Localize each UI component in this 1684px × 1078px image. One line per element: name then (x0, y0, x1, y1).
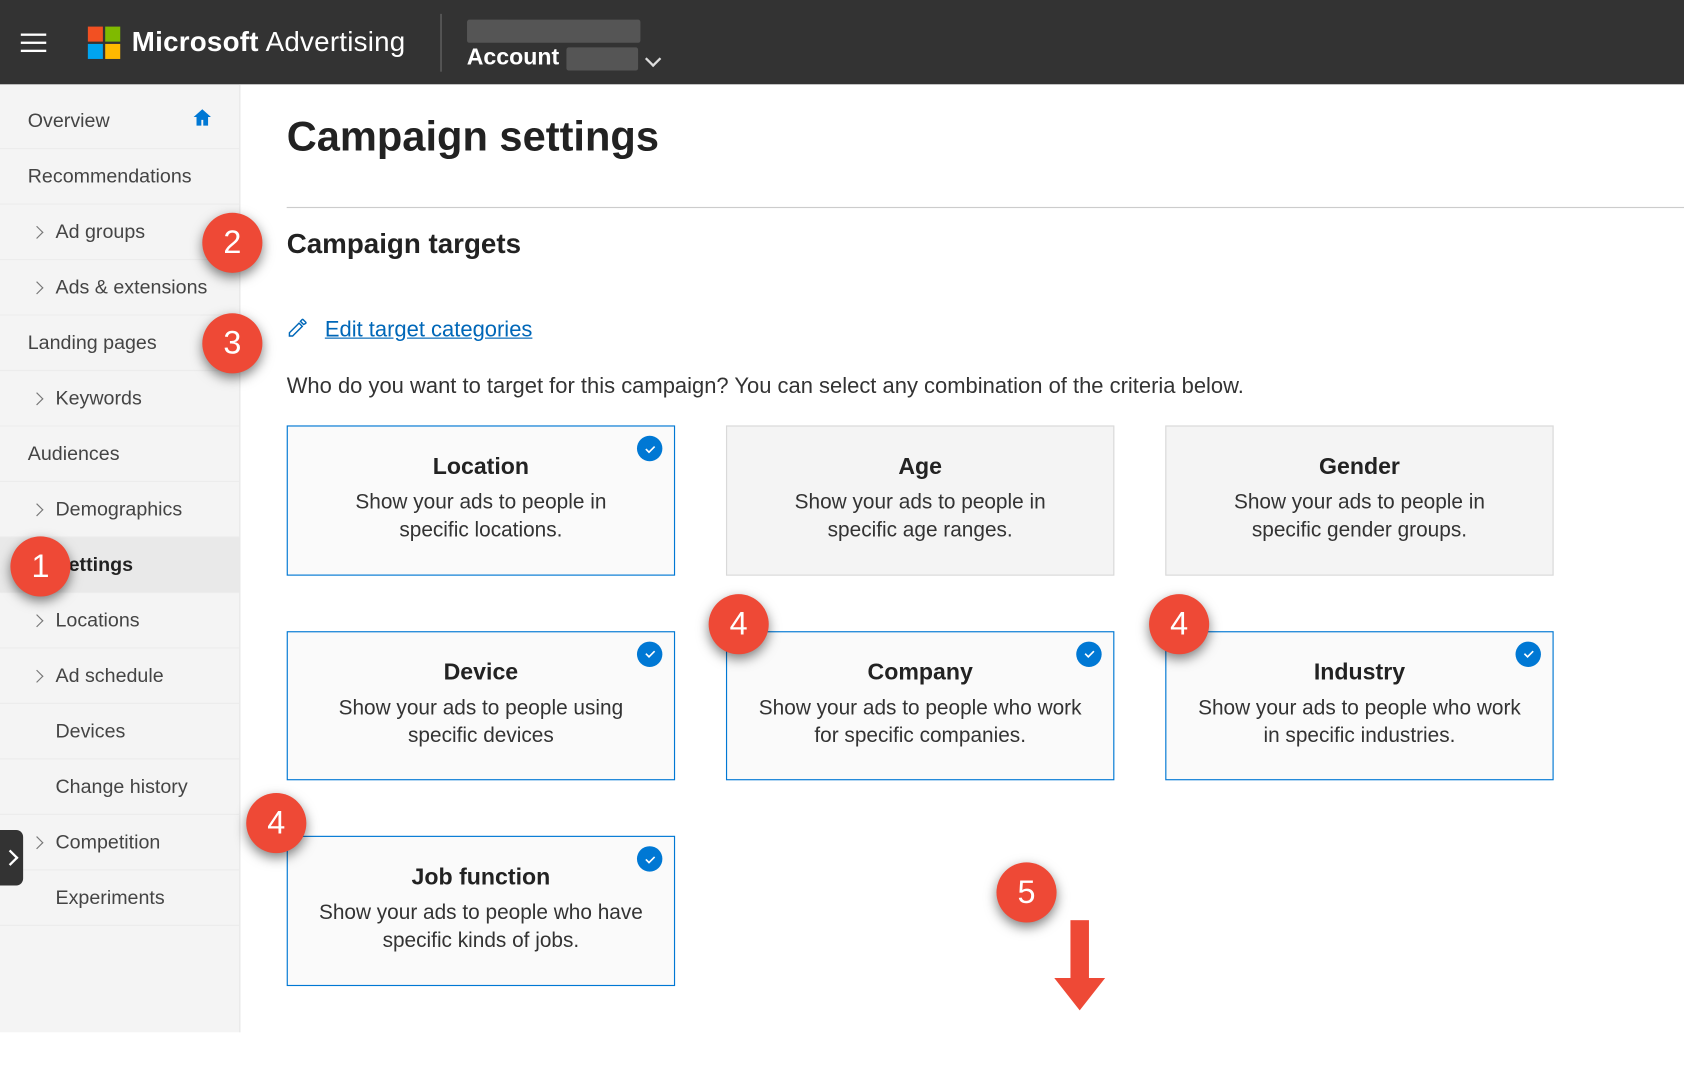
check-icon (637, 846, 662, 871)
sidebar-item-audiences[interactable]: Audiences (0, 427, 239, 482)
callout-4-industry: 4 (1149, 594, 1209, 654)
sidebar-item-demographics[interactable]: Demographics (0, 482, 239, 537)
section-campaign-targets: Campaign targets (287, 229, 1684, 261)
sidebar-item-experiments[interactable]: Experiments (0, 870, 239, 925)
target-card-gender[interactable]: Gender Show your ads to people in specifi… (1165, 425, 1553, 575)
sidebar-item-label: Competition (55, 831, 160, 854)
card-title: Job function (318, 865, 644, 892)
sidebar-item-locations[interactable]: Locations (0, 593, 239, 648)
edit-target-row: Edit target categories (287, 317, 1684, 345)
card-desc: Show your ads to people in specific gend… (1196, 488, 1522, 544)
edit-target-categories-link[interactable]: Edit target categories (325, 318, 533, 343)
sidebar-item-ad-schedule[interactable]: Ad schedule (0, 649, 239, 704)
card-desc: Show your ads to people who have specifi… (318, 898, 644, 954)
card-title: Age (757, 454, 1083, 481)
card-desc: Show your ads to people in specific age … (757, 488, 1083, 544)
callout-4-company: 4 (709, 594, 769, 654)
card-desc: Show your ads to people using specific d… (318, 693, 644, 749)
sidebar-item-change-history[interactable]: Change history (0, 759, 239, 814)
target-card-industry[interactable]: Industry Show your ads to people who work… (1165, 631, 1553, 781)
card-title: Location (318, 454, 644, 481)
card-desc: Show your ads to people in specific loca… (318, 488, 644, 544)
sidebar-item-recommendations[interactable]: Recommendations (0, 149, 239, 204)
sidebar-expand-tab[interactable] (0, 830, 23, 885)
chevron-down-icon (645, 50, 661, 66)
account-switcher[interactable]: Account (467, 0, 661, 84)
callout-1: 1 (10, 536, 70, 596)
target-cards-grid: Location Show your ads to people in speci… (287, 425, 1684, 985)
divider (440, 13, 441, 71)
card-title: Device (318, 660, 644, 687)
sidebar-item-devices[interactable]: Devices (0, 704, 239, 759)
card-desc: Show your ads to people who work in spec… (1196, 693, 1522, 749)
card-title: Industry (1196, 660, 1522, 687)
card-title: Company (757, 660, 1083, 687)
redacted-account-id (566, 47, 638, 70)
sidebar-item-label: Overview (28, 109, 110, 132)
callout-2: 2 (202, 213, 262, 273)
target-card-device[interactable]: Device Show your ads to people using spec… (287, 631, 675, 781)
sidebar-item-label: Ads & extensions (55, 276, 207, 299)
sidebar-item-label: Ad groups (55, 220, 145, 243)
brand-bold: Microsoft (132, 26, 259, 57)
sidebar-item-label: Audiences (28, 442, 120, 465)
sidebar-item-overview[interactable]: Overview (0, 94, 239, 149)
sidebar-item-label: Devices (55, 720, 125, 743)
brand-label: MicrosoftAdvertising (132, 26, 406, 58)
callout-3: 3 (202, 313, 262, 373)
divider (287, 207, 1684, 208)
brand-light: Advertising (266, 26, 406, 57)
sidebar-item-label: Change history (55, 775, 187, 798)
home-icon (191, 106, 214, 135)
arrow-down-icon (1070, 920, 1088, 980)
card-desc: Show your ads to people who work for spe… (757, 693, 1083, 749)
target-card-job-function[interactable]: Job function Show your ads to people who … (287, 836, 675, 986)
sidebar-item-ads-extensions[interactable]: Ads & extensions (0, 260, 239, 315)
microsoft-logo-icon (88, 26, 120, 58)
check-icon (1516, 641, 1541, 666)
main-content: Campaign settings Campaign targets Edit … (240, 84, 1684, 1032)
page-title: Campaign settings (287, 112, 1684, 161)
sidebar-item-label: Locations (55, 609, 139, 632)
sidebar-item-label: Landing pages (28, 331, 157, 354)
callout-5: 5 (996, 862, 1056, 922)
sidebar-item-competition[interactable]: Competition (0, 815, 239, 870)
sidebar-item-label: Experiments (55, 886, 164, 909)
target-card-location[interactable]: Location Show your ads to people in speci… (287, 425, 675, 575)
check-icon (1076, 641, 1101, 666)
sidebar-item-label: Ad schedule (55, 664, 163, 687)
callout-4-job: 4 (246, 793, 306, 853)
check-icon (637, 436, 662, 461)
card-title: Gender (1196, 454, 1522, 481)
pencil-icon (287, 317, 309, 345)
target-card-company[interactable]: Company Show your ads to people who work … (726, 631, 1114, 781)
sidebar-item-keywords[interactable]: Keywords (0, 371, 239, 426)
account-label: Account (467, 45, 559, 72)
sidebar-item-label: Demographics (55, 498, 182, 521)
menu-icon[interactable] (21, 25, 56, 60)
app-header: MicrosoftAdvertising Account (0, 0, 1684, 84)
sidebar-item-label: Recommendations (28, 165, 192, 188)
redacted-account-name (467, 20, 640, 43)
target-card-age[interactable]: Age Show your ads to people in specific a… (726, 425, 1114, 575)
sidebar-item-label: Keywords (55, 387, 141, 410)
check-icon (637, 641, 662, 666)
help-text: Who do you want to target for this campa… (287, 375, 1684, 400)
